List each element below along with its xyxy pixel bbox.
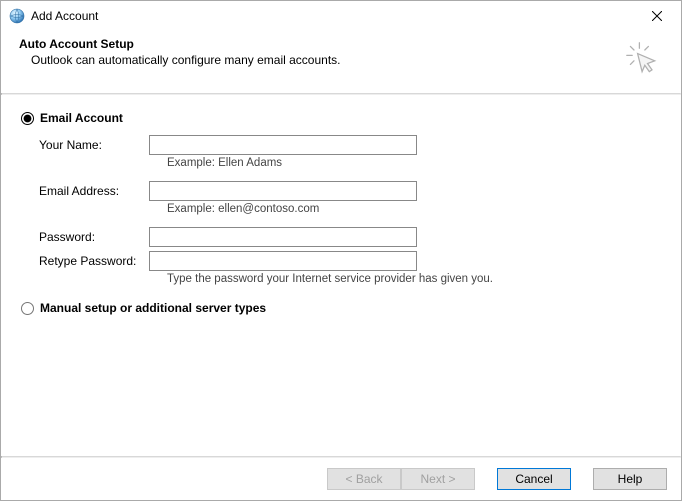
titlebar: Add Account bbox=[1, 1, 681, 31]
header-title: Auto Account Setup bbox=[19, 37, 623, 51]
option-email-account[interactable]: Email Account bbox=[21, 111, 663, 125]
hint-row-your-name: Example: Ellen Adams bbox=[39, 157, 663, 169]
row-email: Email Address: bbox=[39, 181, 663, 201]
radio-manual-setup-label[interactable]: Manual setup or additional server types bbox=[40, 301, 266, 315]
hint-row-email: Example: ellen@contoso.com bbox=[39, 203, 663, 215]
header-subtitle: Outlook can automatically configure many… bbox=[19, 53, 623, 67]
row-your-name: Your Name: bbox=[39, 135, 663, 155]
email-account-form: Your Name: Example: Ellen Adams Email Ad… bbox=[39, 135, 663, 285]
input-email[interactable] bbox=[149, 181, 417, 201]
label-password: Password: bbox=[39, 230, 149, 244]
hint-row-password: Type the password your Internet service … bbox=[39, 273, 663, 285]
button-bar: < Back Next > Cancel Help bbox=[1, 458, 681, 500]
option-manual-setup[interactable]: Manual setup or additional server types bbox=[21, 301, 663, 315]
cursor-click-icon bbox=[623, 39, 663, 79]
input-retype-password[interactable] bbox=[149, 251, 417, 271]
input-your-name[interactable] bbox=[149, 135, 417, 155]
radio-manual-setup[interactable] bbox=[21, 302, 34, 315]
window-title: Add Account bbox=[31, 9, 634, 23]
cancel-button[interactable]: Cancel bbox=[497, 468, 571, 490]
globe-icon bbox=[9, 8, 25, 24]
hint-email: Example: ellen@contoso.com bbox=[167, 203, 319, 215]
back-button: < Back bbox=[327, 468, 401, 490]
close-button[interactable] bbox=[634, 1, 679, 31]
hint-password: Type the password your Internet service … bbox=[167, 273, 493, 285]
label-email: Email Address: bbox=[39, 184, 149, 198]
next-button: Next > bbox=[401, 468, 475, 490]
add-account-dialog: Add Account Auto Account Setup Outlook c… bbox=[0, 0, 682, 501]
close-icon bbox=[652, 11, 662, 21]
hint-your-name: Example: Ellen Adams bbox=[167, 157, 282, 169]
label-retype-password: Retype Password: bbox=[39, 254, 149, 268]
wizard-body: Email Account Your Name: Example: Ellen … bbox=[1, 95, 681, 456]
radio-email-account-label[interactable]: Email Account bbox=[40, 111, 123, 125]
input-password[interactable] bbox=[149, 227, 417, 247]
label-your-name: Your Name: bbox=[39, 138, 149, 152]
row-retype-password: Retype Password: bbox=[39, 251, 663, 271]
row-password: Password: bbox=[39, 227, 663, 247]
radio-email-account[interactable] bbox=[21, 112, 34, 125]
help-button[interactable]: Help bbox=[593, 468, 667, 490]
wizard-header: Auto Account Setup Outlook can automatic… bbox=[1, 31, 681, 93]
